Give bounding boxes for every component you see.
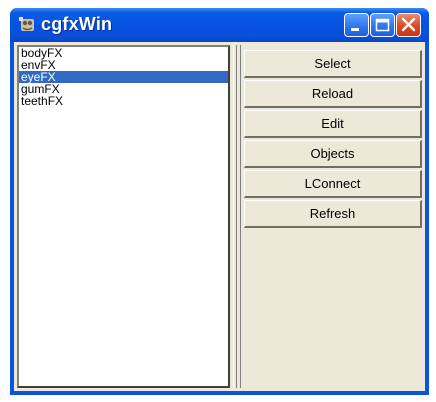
minimize-icon [351, 28, 359, 31]
lconnect-button[interactable]: LConnect [244, 170, 422, 198]
objects-button[interactable]: Objects [244, 140, 422, 168]
window-title: cgfxWin [41, 14, 113, 34]
app-icon [19, 17, 34, 31]
edit-button[interactable]: Edit [244, 110, 422, 138]
maximize-button[interactable] [370, 13, 395, 37]
button-panel: Select Reload Edit Objects LConnect Refr… [240, 45, 424, 388]
reload-button[interactable]: Reload [244, 80, 422, 108]
refresh-button[interactable]: Refresh [244, 200, 422, 228]
select-button[interactable]: Select [244, 50, 422, 78]
effects-listbox[interactable]: bodyFX envFX eyeFX gumFX teethFX [17, 45, 230, 388]
client-area: bodyFX envFX eyeFX gumFX teethFX Select … [14, 42, 425, 391]
minimize-button[interactable] [344, 13, 369, 37]
close-button[interactable] [396, 13, 421, 37]
title-bar[interactable]: cgfxWin [10, 8, 429, 42]
cgfxwin-window: cgfxWin bodyFX envFX eyeFX gumFX teethFX [10, 8, 429, 395]
list-item[interactable]: teethFX [19, 95, 228, 107]
close-icon [401, 17, 416, 32]
maximize-icon [375, 18, 390, 32]
pane-splitter[interactable] [233, 45, 237, 388]
